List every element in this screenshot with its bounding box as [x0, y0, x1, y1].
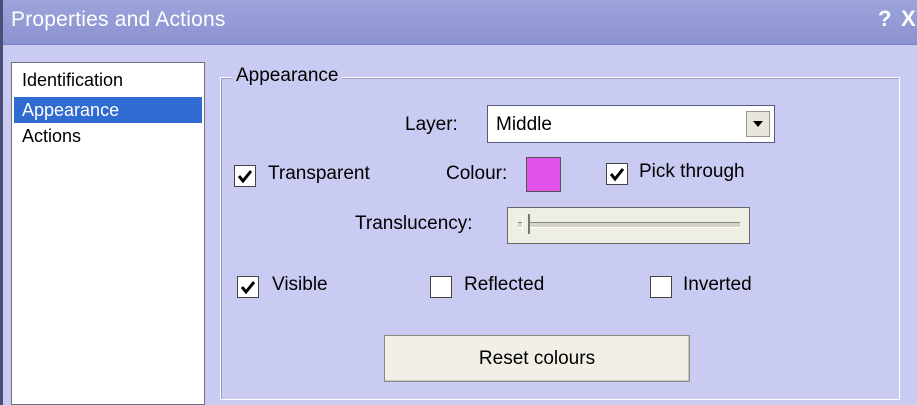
slider-track — [518, 222, 740, 228]
inverted-checkbox[interactable] — [650, 276, 672, 298]
pick-through-checkbox[interactable] — [606, 163, 628, 185]
reset-colours-button[interactable]: Reset colours — [384, 335, 690, 382]
checkmark-icon — [609, 168, 625, 182]
appearance-group-title: Appearance — [232, 65, 343, 87]
layer-value: Middle — [496, 114, 552, 135]
layer-label: Layer: — [405, 114, 458, 135]
checkmark-icon — [240, 281, 256, 295]
reflected-label[interactable]: Reflected — [464, 274, 544, 296]
visible-label[interactable]: Visible — [272, 274, 328, 296]
slider-thumb[interactable] — [522, 214, 531, 234]
chevron-down-icon — [753, 121, 763, 127]
layer-dropdown[interactable]: Middle — [487, 105, 775, 143]
inverted-label[interactable]: Inverted — [683, 274, 752, 296]
pick-through-label[interactable]: Pick through — [639, 161, 745, 183]
category-list[interactable]: Identification Appearance Actions — [11, 62, 205, 405]
help-icon[interactable]: ? — [878, 6, 891, 32]
checkmark-icon — [237, 170, 253, 184]
transparent-label[interactable]: Transparent — [268, 163, 370, 185]
nav-item-appearance[interactable]: Appearance — [14, 97, 202, 123]
window-title: Properties and Actions — [11, 8, 226, 31]
nav-item-actions[interactable]: Actions — [14, 123, 202, 149]
nav-item-identification[interactable]: Identification — [14, 67, 202, 93]
colour-label: Colour: — [446, 163, 508, 184]
visible-checkbox[interactable] — [237, 276, 259, 298]
close-icon[interactable]: X — [901, 6, 916, 32]
dropdown-button[interactable] — [746, 111, 770, 137]
title-bar[interactable]: Properties and Actions ? X — [3, 0, 917, 45]
transparent-checkbox[interactable] — [234, 165, 256, 187]
colour-swatch[interactable] — [526, 157, 561, 192]
translucency-slider[interactable] — [507, 207, 750, 244]
translucency-label: Translucency: — [355, 213, 473, 234]
reflected-checkbox[interactable] — [430, 276, 452, 298]
